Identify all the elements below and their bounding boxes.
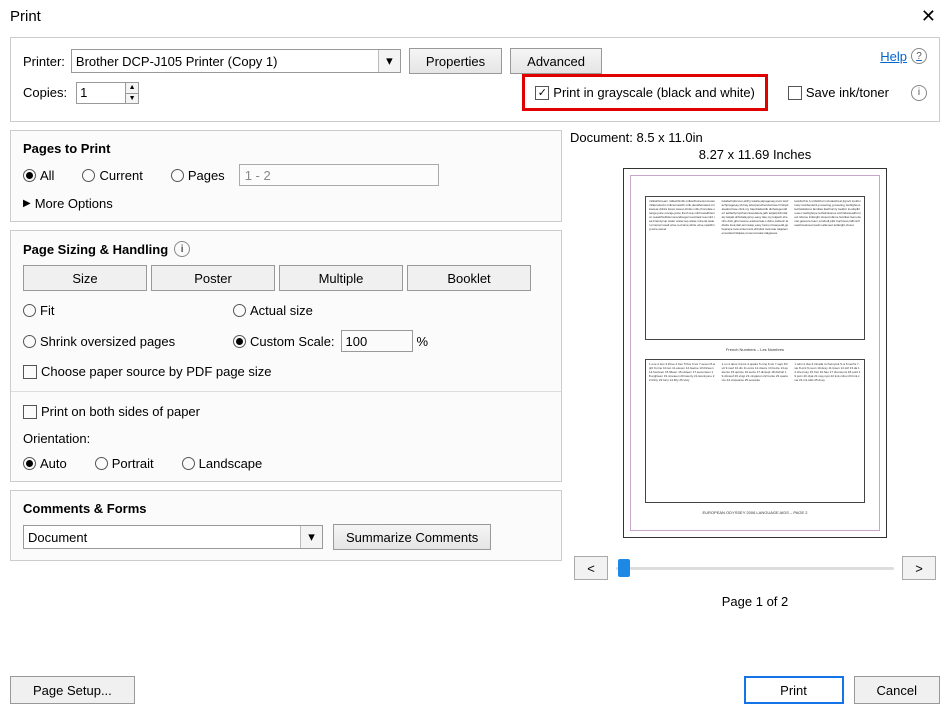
radio-auto-label: Auto — [40, 456, 67, 471]
comments-panel: Comments & Forms Document ▾ Summarize Co… — [10, 490, 562, 561]
radio-fit-label: Fit — [40, 303, 54, 318]
radio-landscape-label: Landscape — [199, 456, 263, 471]
radio-current-label: Current — [99, 168, 142, 183]
radio-all-label: All — [40, 168, 54, 183]
preview-caption: French Numbers – Les Nombres — [645, 346, 865, 353]
cancel-button[interactable]: Cancel — [854, 676, 940, 704]
paper-dimensions: 8.27 x 11.69 Inches — [699, 147, 812, 162]
percent-label: % — [417, 334, 429, 349]
page-slider[interactable] — [616, 567, 894, 570]
orientation-label: Orientation: — [23, 431, 549, 446]
stepper-up-icon[interactable]: ▲ — [125, 82, 139, 93]
preview-footer: EUROPEAN ODYSSEY 2006 LANGUAGE AIDS – PA… — [645, 509, 865, 516]
radio-actual-label: Actual size — [250, 303, 313, 318]
copies-stepper[interactable]: ▲ ▼ — [125, 82, 139, 104]
grayscale-label: Print in grayscale (black and white) — [553, 85, 755, 100]
print-button[interactable]: Print — [744, 676, 844, 704]
radio-fit[interactable] — [23, 304, 36, 317]
pages-range-input[interactable]: 1 - 2 — [239, 164, 439, 186]
radio-shrink[interactable] — [23, 335, 36, 348]
document-dimensions: Document: 8.5 x 11.0in — [570, 130, 703, 145]
booklet-button[interactable]: Booklet — [407, 265, 531, 291]
chevron-down-icon[interactable]: ▾ — [378, 50, 400, 72]
radio-all[interactable] — [23, 169, 36, 182]
radio-pages[interactable] — [171, 169, 184, 182]
page-preview: milkwithcream milkwithmilk milkwithstrew… — [623, 168, 887, 538]
top-settings-box: Printer: Brother DCP-J105 Printer (Copy … — [10, 37, 940, 122]
sizing-panel: Page Sizing & Handling i Size Poster Mul… — [10, 230, 562, 482]
info-icon[interactable]: i — [911, 85, 927, 101]
sizing-title: Page Sizing & Handling — [23, 242, 168, 257]
pages-to-print-panel: Pages to Print All Current Pages — [10, 130, 562, 222]
preview-table: 1.one 2.two 3.three 4.four 5.five 6.six … — [645, 359, 865, 503]
summarize-button[interactable]: Summarize Comments — [333, 524, 491, 550]
next-page-button[interactable]: > — [902, 556, 936, 580]
radio-custom[interactable] — [233, 335, 246, 348]
save-ink-label: Save ink/toner — [806, 85, 889, 100]
radio-landscape[interactable] — [182, 457, 195, 470]
stepper-down-icon[interactable]: ▼ — [125, 93, 139, 104]
radio-shrink-label: Shrink oversized pages — [40, 334, 175, 349]
comments-select[interactable]: Document ▾ — [23, 525, 323, 549]
choose-source-label: Choose paper source by PDF page size — [41, 364, 272, 379]
page-counter: Page 1 of 2 — [722, 594, 789, 609]
preview-column: Document: 8.5 x 11.0in 8.27 x 11.69 Inch… — [570, 130, 940, 609]
printer-select[interactable]: Brother DCP-J105 Printer (Copy 1) ▾ — [71, 49, 401, 73]
more-options-label: More Options — [35, 196, 113, 211]
size-button[interactable]: Size — [23, 265, 147, 291]
slider-thumb[interactable] — [618, 559, 630, 577]
radio-portrait[interactable] — [95, 457, 108, 470]
help-text: Help — [880, 49, 907, 64]
prev-page-button[interactable]: < — [574, 556, 608, 580]
choose-source-checkbox[interactable] — [23, 365, 37, 379]
advanced-button[interactable]: Advanced — [510, 48, 602, 74]
close-icon[interactable]: ✕ — [915, 6, 942, 27]
radio-auto[interactable] — [23, 457, 36, 470]
info-icon[interactable]: i — [174, 241, 190, 257]
triangle-right-icon: ▶ — [23, 198, 31, 209]
radio-custom-label: Custom Scale: — [250, 334, 335, 349]
scale-input[interactable]: 100 — [341, 330, 413, 352]
radio-actual[interactable] — [233, 304, 246, 317]
grayscale-checkbox[interactable]: ✓ — [535, 86, 549, 100]
chevron-down-icon[interactable]: ▾ — [300, 526, 322, 548]
properties-button[interactable]: Properties — [409, 48, 502, 74]
radio-portrait-label: Portrait — [112, 456, 154, 471]
printer-value: Brother DCP-J105 Printer (Copy 1) — [76, 54, 278, 69]
pages-to-print-title: Pages to Print — [23, 141, 549, 156]
preview-table: milkwithcream milkwithmilk milkwithstrew… — [645, 196, 865, 340]
save-ink-checkbox[interactable] — [788, 86, 802, 100]
copies-input[interactable]: 1 — [76, 82, 126, 104]
help-icon: ? — [911, 48, 927, 64]
copies-label: Copies: — [23, 85, 67, 100]
page-setup-button[interactable]: Page Setup... — [10, 676, 135, 704]
highlighted-grayscale-option: ✓ Print in grayscale (black and white) — [522, 74, 768, 111]
radio-current[interactable] — [82, 169, 95, 182]
more-options-toggle[interactable]: ▶ More Options — [23, 196, 549, 211]
both-sides-label: Print on both sides of paper — [41, 404, 200, 419]
help-link[interactable]: Help ? — [880, 48, 927, 64]
window-title: Print — [10, 8, 915, 25]
multiple-button[interactable]: Multiple — [279, 265, 403, 291]
comments-title: Comments & Forms — [23, 501, 549, 516]
titlebar: Print ✕ — [0, 0, 950, 31]
both-sides-checkbox[interactable] — [23, 405, 37, 419]
poster-button[interactable]: Poster — [151, 265, 275, 291]
radio-pages-label: Pages — [188, 168, 225, 183]
comments-select-value: Document — [28, 530, 87, 545]
printer-label: Printer: — [23, 54, 65, 69]
